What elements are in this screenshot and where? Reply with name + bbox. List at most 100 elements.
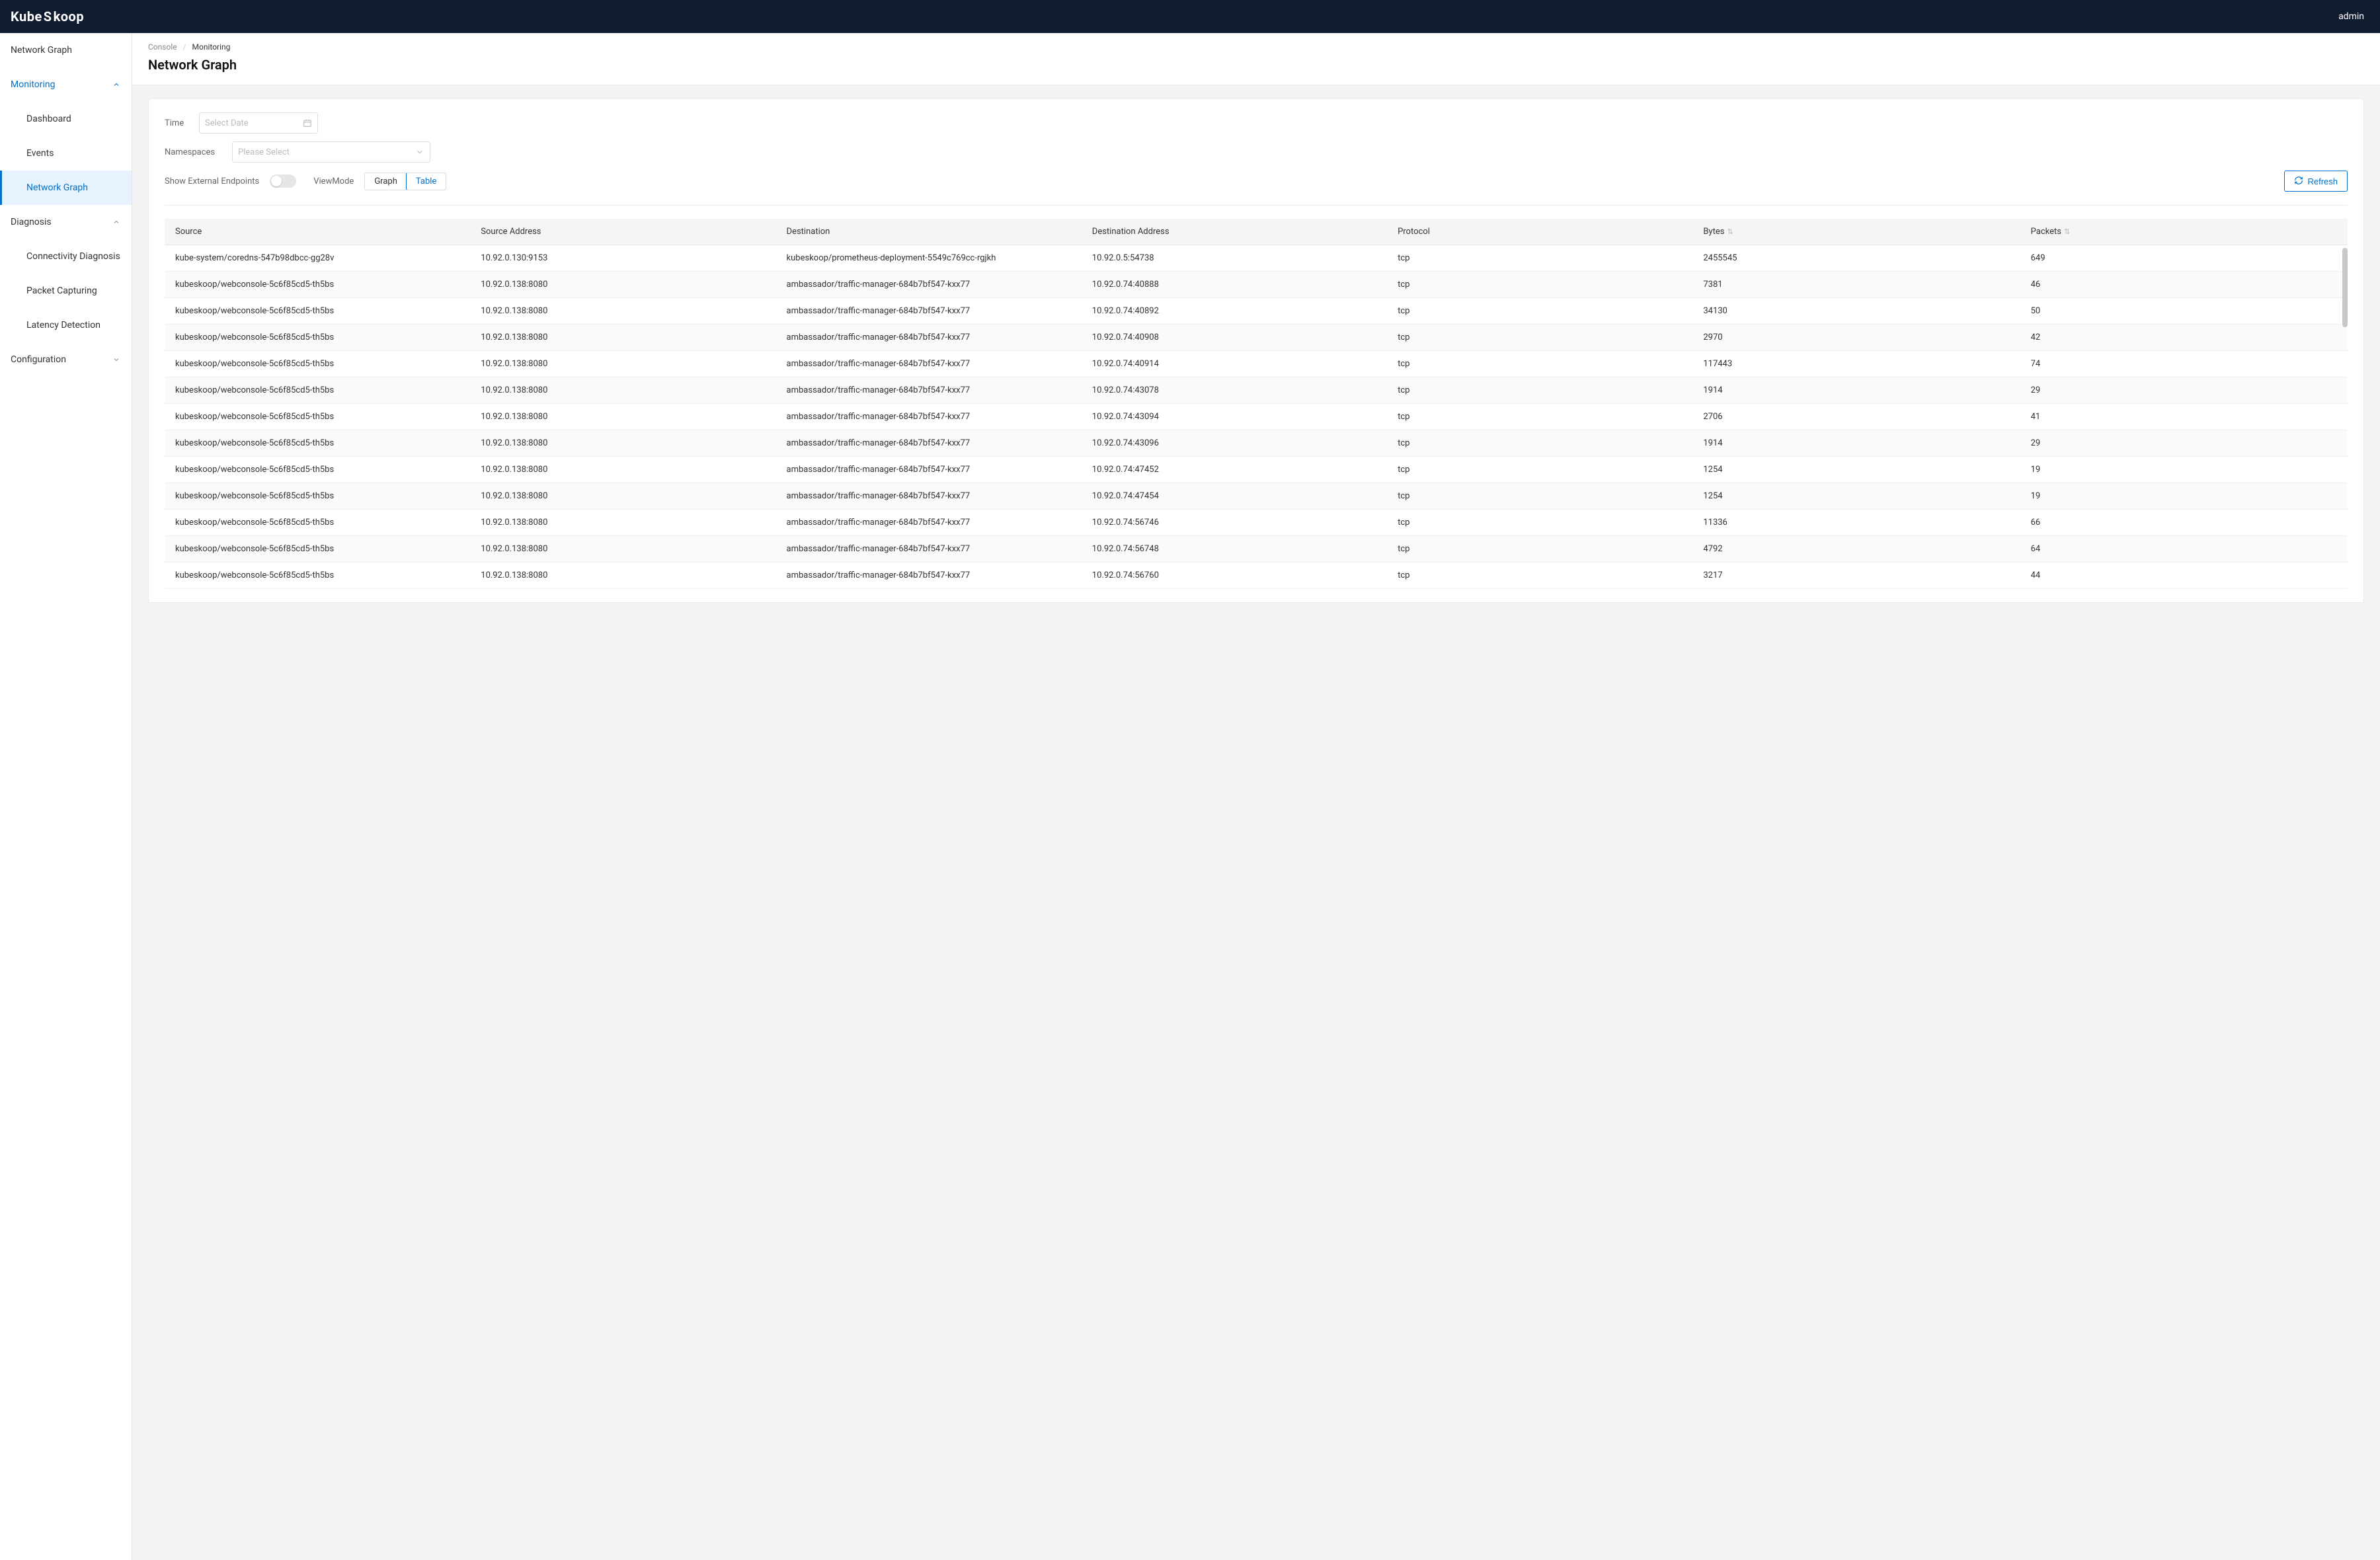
- cell-source-addr: 10.92.0.138:8080: [470, 351, 775, 377]
- cell-protocol: tcp: [1387, 563, 1692, 589]
- cell-bytes: 7381: [1692, 272, 2020, 298]
- time-placeholder: Select Date: [205, 118, 249, 128]
- cell-source-addr: 10.92.0.138:8080: [470, 377, 775, 404]
- cell-source: kubeskoop/webconsole-5c6f85cd5-th5bs: [165, 563, 470, 589]
- sidebar-item-label: Diagnosis: [11, 217, 52, 227]
- cell-source-addr: 10.92.0.138:8080: [470, 483, 775, 510]
- table-row[interactable]: kubeskoop/webconsole-5c6f85cd5-th5bs10.9…: [165, 483, 2348, 510]
- main: Console / Monitoring Network Graph Time …: [132, 33, 2380, 1560]
- viewmode-graph-option[interactable]: Graph: [365, 173, 407, 190]
- col-protocol[interactable]: Protocol: [1387, 219, 1692, 245]
- chevron-up-icon: [112, 80, 121, 89]
- table-row[interactable]: kubeskoop/webconsole-5c6f85cd5-th5bs10.9…: [165, 272, 2348, 298]
- cell-bytes: 1914: [1692, 430, 2020, 457]
- cell-packets: 649: [2020, 245, 2348, 272]
- table-row[interactable]: kube-system/coredns-547b98dbcc-gg28v10.9…: [165, 245, 2348, 272]
- table-header-row: Source Source Address Destination Destin…: [165, 219, 2348, 245]
- cell-dest: ambassador/traffic-manager-684b7bf547-kx…: [776, 404, 1082, 430]
- col-source-address[interactable]: Source Address: [470, 219, 775, 245]
- cell-dest-addr: 10.92.0.74:56746: [1082, 510, 1387, 536]
- cell-protocol: tcp: [1387, 430, 1692, 457]
- cell-dest-addr: 10.92.0.74:43096: [1082, 430, 1387, 457]
- table-row[interactable]: kubeskoop/webconsole-5c6f85cd5-th5bs10.9…: [165, 404, 2348, 430]
- time-input[interactable]: Select Date: [199, 112, 318, 134]
- table-row[interactable]: kubeskoop/webconsole-5c6f85cd5-th5bs10.9…: [165, 325, 2348, 351]
- sidebar-item-latency-detection[interactable]: Latency Detection: [0, 308, 132, 342]
- cell-source-addr: 10.92.0.138:8080: [470, 457, 775, 483]
- logo-s-glyph: S: [44, 9, 52, 24]
- cell-packets: 19: [2020, 457, 2348, 483]
- sidebar-item-label: Connectivity Diagnosis: [26, 251, 120, 262]
- cell-bytes: 11336: [1692, 510, 2020, 536]
- cell-source: kubeskoop/webconsole-5c6f85cd5-th5bs: [165, 457, 470, 483]
- cell-dest: ambassador/traffic-manager-684b7bf547-kx…: [776, 483, 1082, 510]
- table-row[interactable]: kubeskoop/webconsole-5c6f85cd5-th5bs10.9…: [165, 377, 2348, 404]
- cell-source: kubeskoop/webconsole-5c6f85cd5-th5bs: [165, 430, 470, 457]
- refresh-button[interactable]: Refresh: [2284, 171, 2348, 192]
- sidebar-item-label: Packet Capturing: [26, 286, 97, 296]
- cell-source: kubeskoop/webconsole-5c6f85cd5-th5bs: [165, 483, 470, 510]
- cell-source-addr: 10.92.0.138:8080: [470, 325, 775, 351]
- sidebar-item-network-graph[interactable]: Network Graph: [0, 171, 132, 205]
- sidebar-item-label: Network Graph: [11, 45, 72, 56]
- viewmode-table-option[interactable]: Table: [406, 173, 446, 190]
- col-source[interactable]: Source: [165, 219, 470, 245]
- cell-packets: 50: [2020, 298, 2348, 325]
- cell-packets: 66: [2020, 510, 2348, 536]
- cell-source-addr: 10.92.0.138:8080: [470, 298, 775, 325]
- cell-dest: kubeskoop/prometheus-deployment-5549c769…: [776, 245, 1082, 272]
- cell-bytes: 2970: [1692, 325, 2020, 351]
- show-external-switch[interactable]: [270, 175, 296, 188]
- col-bytes[interactable]: Bytes⇅: [1692, 219, 2020, 245]
- cell-source: kubeskoop/webconsole-5c6f85cd5-th5bs: [165, 404, 470, 430]
- cell-dest: ambassador/traffic-manager-684b7bf547-kx…: [776, 272, 1082, 298]
- col-destination[interactable]: Destination: [776, 219, 1082, 245]
- cell-source: kubeskoop/webconsole-5c6f85cd5-th5bs: [165, 298, 470, 325]
- sidebar-item-label: Configuration: [11, 354, 66, 365]
- sidebar-item-packet-capturing[interactable]: Packet Capturing: [0, 274, 132, 308]
- table-row[interactable]: kubeskoop/webconsole-5c6f85cd5-th5bs10.9…: [165, 536, 2348, 563]
- divider: [165, 205, 2348, 206]
- table-row[interactable]: kubeskoop/webconsole-5c6f85cd5-th5bs10.9…: [165, 563, 2348, 589]
- refresh-label: Refresh: [2307, 176, 2338, 186]
- table-row[interactable]: kubeskoop/webconsole-5c6f85cd5-th5bs10.9…: [165, 351, 2348, 377]
- sort-icon: ⇅: [2064, 227, 2070, 236]
- sidebar-group-diagnosis[interactable]: Diagnosis: [0, 205, 132, 239]
- sidebar-group-configuration[interactable]: Configuration: [0, 342, 132, 377]
- cell-dest-addr: 10.92.0.74:40892: [1082, 298, 1387, 325]
- cell-bytes: 1254: [1692, 457, 2020, 483]
- cell-dest-addr: 10.92.0.74:40914: [1082, 351, 1387, 377]
- col-bytes-label: Bytes: [1703, 227, 1724, 237]
- cell-protocol: tcp: [1387, 298, 1692, 325]
- cell-protocol: tcp: [1387, 510, 1692, 536]
- viewmode-label: ViewMode: [313, 176, 354, 186]
- sidebar-item-label: Events: [26, 148, 54, 159]
- cell-source: kubeskoop/webconsole-5c6f85cd5-th5bs: [165, 325, 470, 351]
- breadcrumb-current: Monitoring: [192, 42, 231, 52]
- sidebar-item-events[interactable]: Events: [0, 136, 132, 171]
- cell-source-addr: 10.92.0.130:9153: [470, 245, 775, 272]
- namespaces-select[interactable]: Please Select: [232, 141, 430, 163]
- sidebar-item-network-graph-top[interactable]: Network Graph: [0, 33, 132, 67]
- col-packets[interactable]: Packets⇅: [2020, 219, 2348, 245]
- sidebar-item-label: Monitoring: [11, 79, 56, 90]
- sidebar-group-monitoring[interactable]: Monitoring: [0, 67, 132, 102]
- col-destination-address[interactable]: Destination Address: [1082, 219, 1387, 245]
- col-packets-label: Packets: [2031, 227, 2061, 237]
- user-menu[interactable]: admin: [2338, 11, 2364, 22]
- cell-packets: 29: [2020, 377, 2348, 404]
- logo[interactable]: Kube Skoop: [11, 9, 84, 24]
- table-row[interactable]: kubeskoop/webconsole-5c6f85cd5-th5bs10.9…: [165, 298, 2348, 325]
- sidebar-item-label: Network Graph: [26, 182, 88, 193]
- cell-bytes: 4792: [1692, 536, 2020, 563]
- table-row[interactable]: kubeskoop/webconsole-5c6f85cd5-th5bs10.9…: [165, 510, 2348, 536]
- breadcrumb-root[interactable]: Console: [148, 42, 177, 52]
- scrollbar[interactable]: [2342, 248, 2348, 420]
- cell-source-addr: 10.92.0.138:8080: [470, 272, 775, 298]
- table-row[interactable]: kubeskoop/webconsole-5c6f85cd5-th5bs10.9…: [165, 457, 2348, 483]
- table-row[interactable]: kubeskoop/webconsole-5c6f85cd5-th5bs 10.9…: [165, 430, 2348, 457]
- scrollbar-thumb[interactable]: [2342, 248, 2348, 327]
- sidebar-item-dashboard[interactable]: Dashboard: [0, 102, 132, 136]
- sidebar-item-connectivity-diagnosis[interactable]: Connectivity Diagnosis: [0, 239, 132, 274]
- cell-bytes: 117443: [1692, 351, 2020, 377]
